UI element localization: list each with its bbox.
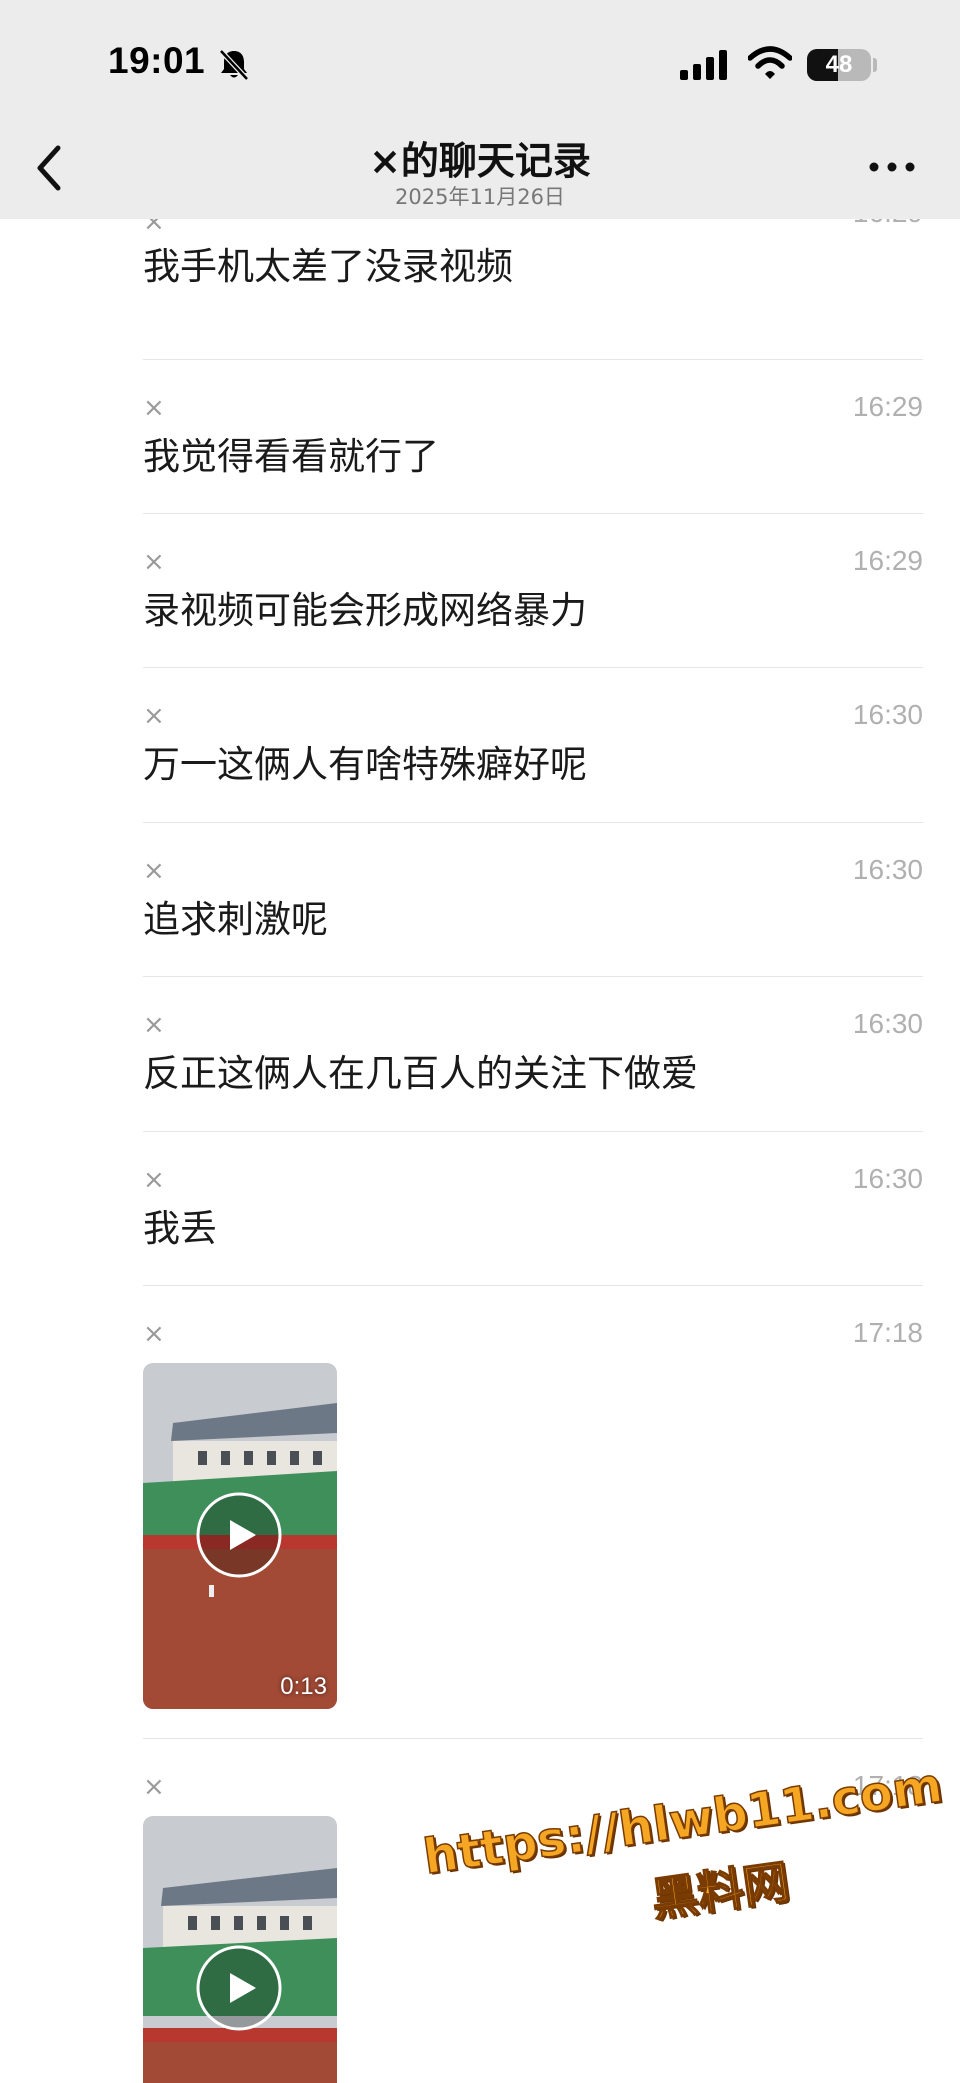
message-sender: × — [143, 1165, 165, 1195]
play-icon[interactable] — [195, 1491, 283, 1579]
battery-percentage: 48 — [825, 51, 853, 78]
video-duration: 0:13 — [280, 1673, 327, 1700]
status-time: 19:01 — [108, 40, 206, 81]
message-item[interactable]: × 16:30 我丢 — [143, 1132, 923, 1286]
message-sender: × — [143, 1772, 165, 1802]
message-sender: × — [143, 701, 165, 731]
message-text: 我丢 — [143, 1207, 217, 1250]
message-time: 16:29 — [852, 391, 923, 422]
wifi-icon — [748, 46, 792, 79]
message-time: 16:29 — [852, 545, 923, 576]
message-item[interactable]: × 16:30 反正这俩人在几百人的关注下做爱 — [143, 977, 923, 1132]
top-bar: 19:01 48 ×的聊天记录 2025年11月26日 — [0, 0, 960, 219]
video-thumbnail[interactable] — [143, 1816, 337, 2083]
cellular-signal-icon — [680, 50, 727, 80]
message-sender: × — [143, 547, 165, 577]
message-time: 17:18 — [852, 1317, 923, 1348]
message-time: 16:30 — [852, 854, 923, 885]
message-text: 录视频可能会形成网络暴力 — [143, 589, 587, 632]
message-time: 16:30 — [852, 1008, 923, 1039]
message-text: 万一这俩人有啥特殊癖好呢 — [143, 743, 587, 786]
message-text: 我手机太差了没录视频 — [143, 245, 513, 288]
message-item[interactable]: × 16:29 我手机太差了没录视频 — [143, 219, 923, 360]
message-time: 16:30 — [852, 1163, 923, 1194]
message-time: 16:29 — [853, 219, 923, 227]
play-icon[interactable] — [195, 1944, 283, 2032]
chat-history-screen: 19:01 48 ×的聊天记录 2025年11月26日 × 我手机太差了没录视频… — [0, 0, 960, 2083]
message-item[interactable]: × 16:30 万一这俩人有啥特殊癖好呢 — [143, 668, 923, 823]
message-sender: × — [143, 219, 165, 237]
message-item[interactable]: × 16:30 追求刺激呢 — [143, 823, 923, 977]
battery-icon: 48 — [807, 49, 871, 81]
battery-terminal — [873, 58, 877, 72]
message-sender: × — [143, 1010, 165, 1040]
message-sender: × — [143, 856, 165, 886]
bell-slash-icon — [219, 49, 249, 81]
message-sender: × — [143, 393, 165, 423]
message-text: 反正这俩人在几百人的关注下做爱 — [143, 1052, 698, 1095]
page-date: 2025年11月26日 — [395, 185, 565, 209]
chevron-left-icon[interactable] — [30, 140, 70, 196]
message-item[interactable]: × 17:18 — [143, 1286, 923, 1739]
message-text: 追求刺激呢 — [143, 898, 328, 941]
message-item[interactable]: × 16:29 录视频可能会形成网络暴力 — [143, 514, 923, 668]
ellipsis-icon[interactable] — [866, 155, 918, 179]
video-thumbnail[interactable]: 0:13 — [143, 1363, 337, 1709]
message-time: 16:30 — [852, 699, 923, 730]
message-sender: × — [143, 1319, 165, 1349]
message-text: 我觉得看看就行了 — [143, 435, 439, 478]
page-title: ×的聊天记录 — [369, 139, 591, 183]
message-item[interactable]: × 16:29 我觉得看看就行了 — [143, 359, 923, 514]
watermark-site-name: 黑料网 — [648, 1854, 794, 1928]
